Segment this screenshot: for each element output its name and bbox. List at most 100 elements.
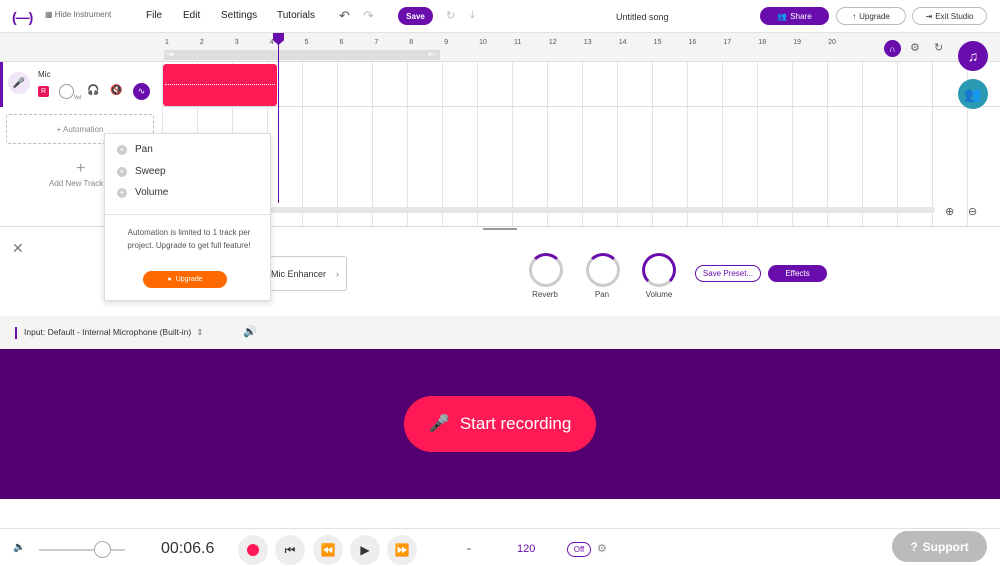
close-icon[interactable]: ✕ — [12, 240, 24, 257]
ruler-tick: 5 — [304, 39, 309, 46]
preset-name: Mic Enhancer — [271, 268, 327, 279]
grid-icon: ▦ — [45, 10, 55, 19]
loop-region[interactable] — [164, 50, 440, 60]
speaker-icon[interactable]: 🔈 — [13, 542, 25, 553]
upgrade-button[interactable]: ↑ Upgrade — [836, 7, 906, 25]
horizontal-scrollbar[interactable] — [270, 207, 935, 213]
skip-back-icon[interactable]: ⏮ — [275, 535, 305, 565]
menu-tutorials[interactable]: Tutorials — [277, 10, 315, 21]
share-label: Share — [790, 11, 812, 21]
track-name[interactable]: Mic — [38, 70, 50, 79]
automation-option-volume[interactable]: + Volume — [117, 187, 168, 198]
reverb-knob[interactable] — [529, 253, 563, 287]
start-recording-label: Start recording — [459, 414, 572, 433]
music-note-icon[interactable]: ♫ — [958, 41, 988, 71]
ruler-tick: 17 — [723, 39, 732, 46]
ruler-tick: 15 — [653, 39, 662, 46]
volume-main-knob[interactable] — [642, 253, 676, 287]
add-new-track-button[interactable]: Add New Track — [49, 179, 103, 188]
ruler-tick: 13 — [583, 39, 592, 46]
record-arm-button[interactable]: R — [38, 86, 49, 97]
snap-icon[interactable]: ∩ — [884, 40, 901, 57]
song-title[interactable]: Untitled song — [616, 12, 669, 22]
key-display[interactable]: - — [467, 541, 471, 555]
metronome-toggle[interactable]: Off — [567, 542, 591, 557]
record-button[interactable] — [238, 535, 268, 565]
panel-resize-handle[interactable] — [483, 228, 517, 230]
menu-file[interactable]: File — [146, 10, 162, 21]
loop-end-arrow-icon[interactable]: ⇤ — [428, 49, 436, 60]
history-icon[interactable]: ↻ — [446, 9, 455, 22]
app-logo[interactable]: (—) — [12, 9, 33, 25]
automation-toggle-icon[interactable]: ∿ — [133, 83, 150, 100]
ruler-tick: 8 — [409, 39, 414, 46]
popup-divider — [105, 214, 270, 215]
start-recording-button[interactable]: 🎤 Start recording — [404, 396, 596, 452]
monitor-icon[interactable]: 🔊 — [243, 325, 257, 338]
share-button[interactable]: 👥 Share — [760, 7, 829, 25]
ruler-tick: 20 — [828, 39, 836, 46]
metronome-settings-icon[interactable]: ⚙ — [597, 542, 607, 555]
ruler-tick: 11 — [514, 39, 522, 46]
master-volume-slider[interactable] — [39, 549, 125, 551]
mic-icon[interactable]: 🎤 — [8, 72, 30, 94]
ruler-tick: 19 — [793, 39, 801, 46]
popup-upgrade-label: Upgrade — [175, 276, 203, 283]
play-icon[interactable]: ▶ — [350, 535, 380, 565]
plus-circle-icon: + — [117, 144, 127, 155]
upgrade-circle-icon: ● — [167, 276, 172, 283]
loop-start-arrow-icon[interactable]: ⇥ — [166, 49, 174, 60]
ruler-tick: 10 — [479, 39, 487, 46]
automation-option-pan[interactable]: + Pan — [117, 144, 153, 155]
transport-bar — [0, 528, 1000, 566]
pan-knob[interactable] — [586, 253, 620, 287]
save-button[interactable]: Save — [398, 7, 433, 25]
microphone-icon: 🎤 — [428, 414, 450, 433]
reverb-label: Reverb — [532, 290, 558, 299]
preset-selector[interactable]: Mic Enhancer › — [266, 256, 347, 291]
menu-edit[interactable]: Edit — [183, 10, 200, 21]
option-label: Volume — [135, 187, 169, 198]
download-icon[interactable]: ⤓ — [470, 9, 475, 22]
master-volume-handle[interactable] — [94, 541, 111, 558]
collaborate-icon[interactable]: 👥 — [958, 79, 988, 109]
zoom-in-icon[interactable]: ⊕ — [945, 205, 954, 218]
automation-option-sweep[interactable]: + Sweep — [117, 166, 166, 177]
audio-clip[interactable] — [163, 64, 277, 106]
ruler-tick: 9 — [444, 39, 449, 46]
effects-button[interactable]: Effects — [768, 265, 827, 282]
exit-label: Exit Studio — [935, 11, 974, 21]
clip-waveform — [165, 84, 275, 85]
zoom-out-icon[interactable]: ⊖ — [968, 205, 977, 218]
ruler-tick: 7 — [374, 39, 379, 46]
popup-upgrade-button[interactable]: ● Upgrade — [143, 271, 227, 288]
undo-icon[interactable]: ↶ — [339, 8, 350, 24]
fast-forward-icon[interactable]: ⏩ — [387, 535, 417, 565]
loop-icon[interactable]: ↻ — [934, 41, 943, 54]
tempo-display[interactable]: 120 — [517, 543, 535, 555]
ruler-tick: 3 — [234, 39, 239, 46]
gear-icon[interactable]: ⚙ — [910, 41, 920, 54]
redo-icon[interactable]: ↷ — [363, 8, 374, 24]
exit-studio-button[interactable]: ⇥ Exit Studio — [912, 7, 987, 25]
volume-knob[interactable] — [59, 84, 74, 99]
input-selector[interactable]: Input: Default - Internal Microphone (Bu… — [24, 327, 203, 338]
volume-main-label: Volume — [645, 290, 673, 299]
save-preset-button[interactable]: Save Preset... — [695, 265, 761, 282]
plus-circle-icon: + — [117, 187, 127, 198]
track-header — [0, 33, 162, 62]
headphones-icon[interactable]: 🎧 — [87, 85, 99, 96]
arrow-up-icon: ↑ — [852, 11, 857, 21]
ruler-tick: 12 — [548, 39, 557, 46]
ruler-tick: 18 — [758, 39, 767, 46]
hide-instrument-button[interactable]: ▦ Hide Instrument — [45, 10, 111, 19]
ruler-tick: 14 — [618, 39, 627, 46]
option-label: Sweep — [135, 166, 166, 177]
rewind-icon[interactable]: ⏪ — [313, 535, 343, 565]
plus-icon[interactable]: + — [76, 160, 85, 178]
ruler-tick: 6 — [339, 39, 344, 46]
menu-settings[interactable]: Settings — [221, 10, 257, 21]
playhead[interactable] — [278, 33, 279, 203]
mute-icon[interactable]: 🔇 — [110, 85, 122, 96]
support-button[interactable]: ? Support — [892, 531, 987, 562]
